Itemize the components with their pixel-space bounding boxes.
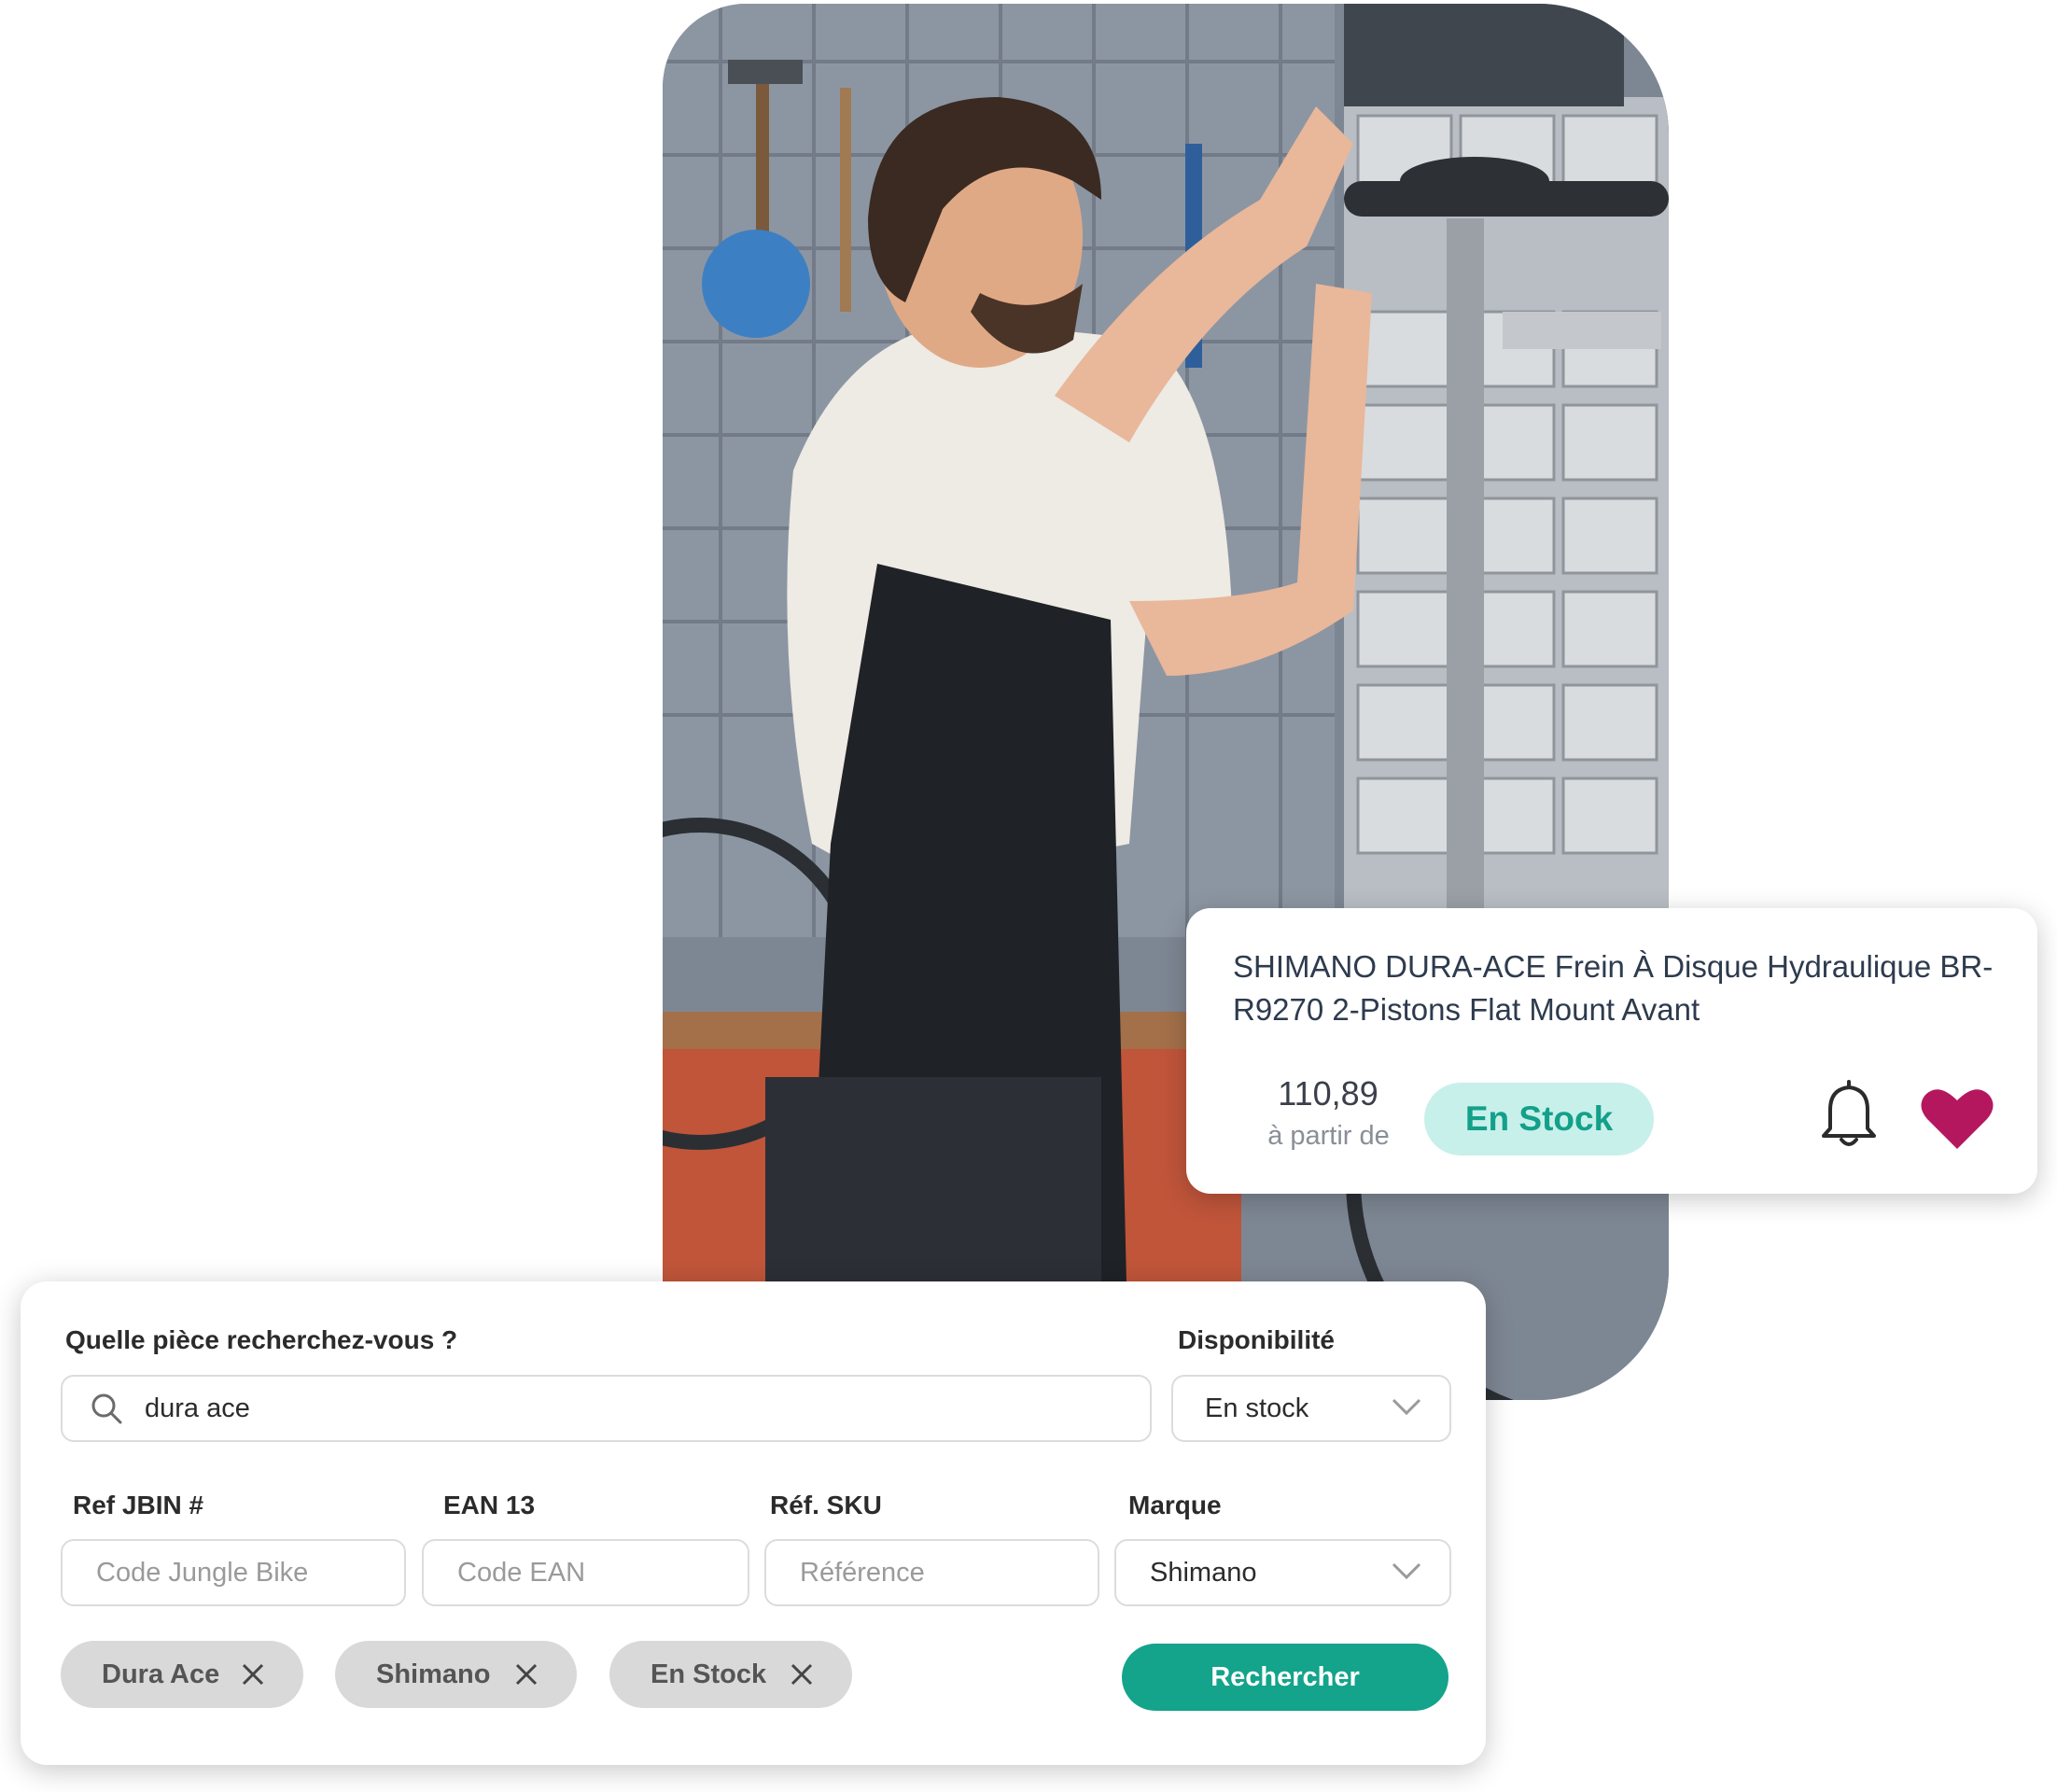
stock-badge: En Stock	[1424, 1083, 1654, 1155]
chip-label: En Stock	[651, 1659, 767, 1689]
filter-chip[interactable]: Dura Ace	[61, 1641, 303, 1708]
ref-label: Ref JBIN #	[73, 1491, 204, 1519]
search-icon	[91, 1393, 122, 1424]
ean-label: EAN 13	[443, 1491, 536, 1519]
chip-label: Dura Ace	[102, 1659, 220, 1689]
filter-chip[interactable]: Shimano	[335, 1641, 577, 1708]
chevron-down-icon	[1392, 1562, 1421, 1580]
sku-field[interactable]	[764, 1539, 1099, 1606]
filter-chip[interactable]: En Stock	[609, 1641, 852, 1708]
price-note: à partir de	[1267, 1121, 1390, 1151]
ref-field[interactable]	[61, 1539, 406, 1606]
brand-select[interactable]: Shimano	[1114, 1539, 1451, 1606]
search-button[interactable]: Rechercher	[1122, 1644, 1448, 1711]
ref-input[interactable]	[96, 1557, 404, 1589]
heart-icon[interactable]	[1920, 1085, 1994, 1151]
query-label: Quelle pièce recherchez-vous ?	[65, 1325, 458, 1354]
search-input[interactable]	[145, 1393, 1150, 1424]
brand-value: Shimano	[1150, 1557, 1257, 1588]
availability-value: En stock	[1205, 1393, 1309, 1423]
availability-label: Disponibilité	[1178, 1325, 1335, 1354]
close-icon[interactable]	[515, 1663, 538, 1686]
ean-input[interactable]	[457, 1557, 748, 1589]
product-card[interactable]: SHIMANO DURA-ACE Frein À Disque Hydrauli…	[1186, 908, 2037, 1194]
product-price: 110,89	[1278, 1074, 1378, 1113]
bell-icon[interactable]	[1816, 1076, 1882, 1149]
close-icon[interactable]	[791, 1663, 813, 1686]
chevron-down-icon	[1392, 1398, 1421, 1416]
ean-field[interactable]	[422, 1539, 749, 1606]
search-field[interactable]	[61, 1375, 1152, 1442]
chip-label: Shimano	[376, 1659, 491, 1689]
sku-label: Réf. SKU	[770, 1491, 882, 1519]
availability-select[interactable]: En stock	[1171, 1375, 1451, 1442]
sku-input[interactable]	[800, 1557, 1098, 1589]
brand-label: Marque	[1128, 1491, 1222, 1519]
close-icon[interactable]	[242, 1663, 264, 1686]
product-title[interactable]: SHIMANO DURA-ACE Frein À Disque Hydrauli…	[1233, 945, 2008, 1031]
